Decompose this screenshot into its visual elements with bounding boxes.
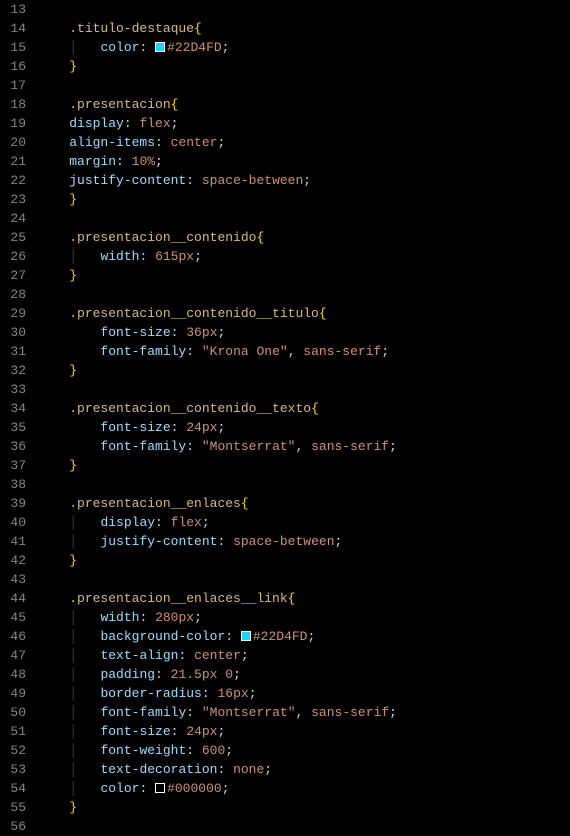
code-line[interactable]: │ width: 615px; — [38, 247, 570, 266]
code-line[interactable]: │ justify-content: space-between; — [38, 532, 570, 551]
line-number: 47 — [0, 646, 26, 665]
code-line[interactable]: font-size: 36px; — [38, 323, 570, 342]
line-number: 44 — [0, 589, 26, 608]
line-number-gutter: 1314151617181920212223242526272829303132… — [0, 0, 38, 836]
code-line[interactable]: .presentacion__enlaces{ — [38, 494, 570, 513]
code-line[interactable] — [38, 475, 570, 494]
code-line[interactable]: │ border-radius: 16px; — [38, 684, 570, 703]
line-number: 54 — [0, 779, 26, 798]
line-number: 15 — [0, 38, 26, 57]
code-line[interactable] — [38, 570, 570, 589]
line-number: 29 — [0, 304, 26, 323]
line-number: 18 — [0, 95, 26, 114]
line-number: 53 — [0, 760, 26, 779]
code-line[interactable]: font-size: 24px; — [38, 418, 570, 437]
line-number: 50 — [0, 703, 26, 722]
code-line[interactable]: } — [38, 266, 570, 285]
code-line[interactable]: } — [38, 361, 570, 380]
line-number: 55 — [0, 798, 26, 817]
code-line[interactable]: } — [38, 190, 570, 209]
code-line[interactable]: │ display: flex; — [38, 513, 570, 532]
line-number: 19 — [0, 114, 26, 133]
code-line[interactable]: .presentacion{ — [38, 95, 570, 114]
line-number: 31 — [0, 342, 26, 361]
code-line[interactable] — [38, 209, 570, 228]
code-line[interactable]: } — [38, 551, 570, 570]
line-number: 51 — [0, 722, 26, 741]
line-number: 56 — [0, 817, 26, 836]
code-line[interactable]: │ text-align: center; — [38, 646, 570, 665]
line-number: 52 — [0, 741, 26, 760]
code-line[interactable]: display: flex; — [38, 114, 570, 133]
code-line[interactable]: .presentacion__contenido__titulo{ — [38, 304, 570, 323]
line-number: 40 — [0, 513, 26, 532]
code-line[interactable]: font-family: "Krona One", sans-serif; — [38, 342, 570, 361]
code-line[interactable] — [38, 0, 570, 19]
code-line[interactable]: .presentacion__enlaces__link{ — [38, 589, 570, 608]
line-number: 42 — [0, 551, 26, 570]
code-line[interactable]: .titulo-destaque{ — [38, 19, 570, 38]
line-number: 33 — [0, 380, 26, 399]
line-number: 25 — [0, 228, 26, 247]
line-number: 36 — [0, 437, 26, 456]
line-number: 48 — [0, 665, 26, 684]
code-line[interactable] — [38, 817, 570, 836]
line-number: 22 — [0, 171, 26, 190]
line-number: 45 — [0, 608, 26, 627]
line-number: 24 — [0, 209, 26, 228]
code-line[interactable]: } — [38, 798, 570, 817]
line-number: 21 — [0, 152, 26, 171]
code-content[interactable]: .titulo-destaque{ │ color: #22D4FD; } .p… — [38, 0, 570, 836]
code-line[interactable]: font-family: "Montserrat", sans-serif; — [38, 437, 570, 456]
line-number: 27 — [0, 266, 26, 285]
code-line[interactable]: } — [38, 456, 570, 475]
code-line[interactable]: } — [38, 57, 570, 76]
line-number: 35 — [0, 418, 26, 437]
code-line[interactable] — [38, 285, 570, 304]
code-line[interactable]: │ color: #22D4FD; — [38, 38, 570, 57]
code-editor[interactable]: 1314151617181920212223242526272829303132… — [0, 0, 570, 836]
code-line[interactable]: │ font-weight: 600; — [38, 741, 570, 760]
code-line[interactable]: justify-content: space-between; — [38, 171, 570, 190]
line-number: 46 — [0, 627, 26, 646]
code-line[interactable]: │ padding: 21.5px 0; — [38, 665, 570, 684]
code-line[interactable]: │ color: #000000; — [38, 779, 570, 798]
line-number: 28 — [0, 285, 26, 304]
code-line[interactable]: │ font-size: 24px; — [38, 722, 570, 741]
code-line[interactable] — [38, 76, 570, 95]
line-number: 14 — [0, 19, 26, 38]
line-number: 39 — [0, 494, 26, 513]
code-line[interactable]: │ width: 280px; — [38, 608, 570, 627]
line-number: 32 — [0, 361, 26, 380]
code-line[interactable] — [38, 380, 570, 399]
line-number: 34 — [0, 399, 26, 418]
code-line[interactable]: align-items: center; — [38, 133, 570, 152]
line-number: 43 — [0, 570, 26, 589]
code-line[interactable]: │ text-decoration: none; — [38, 760, 570, 779]
line-number: 23 — [0, 190, 26, 209]
line-number: 20 — [0, 133, 26, 152]
line-number: 26 — [0, 247, 26, 266]
line-number: 17 — [0, 76, 26, 95]
code-line[interactable]: .presentacion__contenido{ — [38, 228, 570, 247]
line-number: 30 — [0, 323, 26, 342]
code-line[interactable]: margin: 10%; — [38, 152, 570, 171]
line-number: 16 — [0, 57, 26, 76]
code-line[interactable]: .presentacion__contenido__texto{ — [38, 399, 570, 418]
line-number: 37 — [0, 456, 26, 475]
line-number: 41 — [0, 532, 26, 551]
line-number: 49 — [0, 684, 26, 703]
line-number: 38 — [0, 475, 26, 494]
code-line[interactable]: │ background-color: #22D4FD; — [38, 627, 570, 646]
code-line[interactable]: │ font-family: "Montserrat", sans-serif; — [38, 703, 570, 722]
line-number: 13 — [0, 0, 26, 19]
